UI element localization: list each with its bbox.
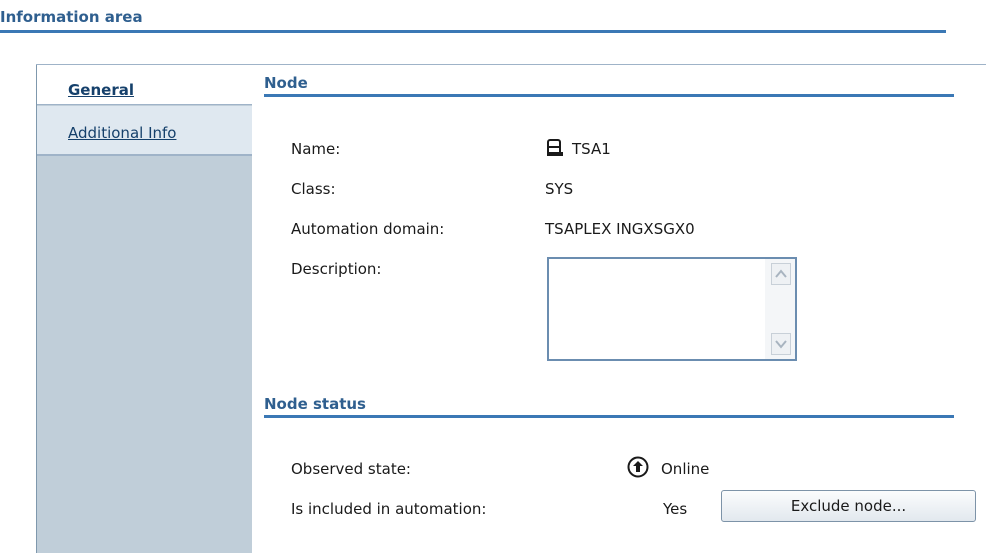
name-value: TSA1 (572, 140, 611, 158)
tab-general[interactable]: General (37, 65, 252, 105)
included-in-automation-value: Yes (663, 500, 688, 518)
node-section-title: Node (264, 74, 308, 92)
details-panel: General Additional Info (36, 64, 986, 553)
tab-column: General Additional Info (36, 65, 252, 553)
information-area-rule (0, 30, 946, 33)
name-label: Name: (291, 140, 341, 158)
information-area-title: Information area (0, 8, 143, 26)
description-scrollbar[interactable] (765, 259, 795, 359)
class-value: SYS (545, 180, 574, 198)
observed-state-value: Online (661, 460, 710, 478)
node-section-rule (264, 94, 954, 97)
automation-domain-label: Automation domain: (291, 220, 445, 238)
tab-general-label: General (68, 81, 134, 99)
description-label: Description: (291, 260, 382, 278)
node-status-section-title: Node status (264, 395, 366, 413)
tab-additional-info[interactable]: Additional Info (37, 106, 252, 156)
tab-additional-info-label: Additional Info (68, 124, 177, 142)
exclude-node-button[interactable]: Exclude node... (721, 490, 976, 522)
description-textarea[interactable] (547, 257, 797, 361)
server-node-icon (545, 138, 565, 162)
included-in-automation-label: Is included in automation: (291, 500, 487, 518)
scroll-up-arrow-icon[interactable] (771, 263, 791, 285)
scroll-down-arrow-icon[interactable] (771, 333, 791, 355)
online-up-arrow-icon (627, 456, 649, 482)
observed-state-label: Observed state: (291, 460, 411, 478)
class-label: Class: (291, 180, 336, 198)
node-status-section-rule (264, 415, 954, 418)
automation-domain-value: TSAPLEX INGXSGX0 (545, 220, 695, 238)
